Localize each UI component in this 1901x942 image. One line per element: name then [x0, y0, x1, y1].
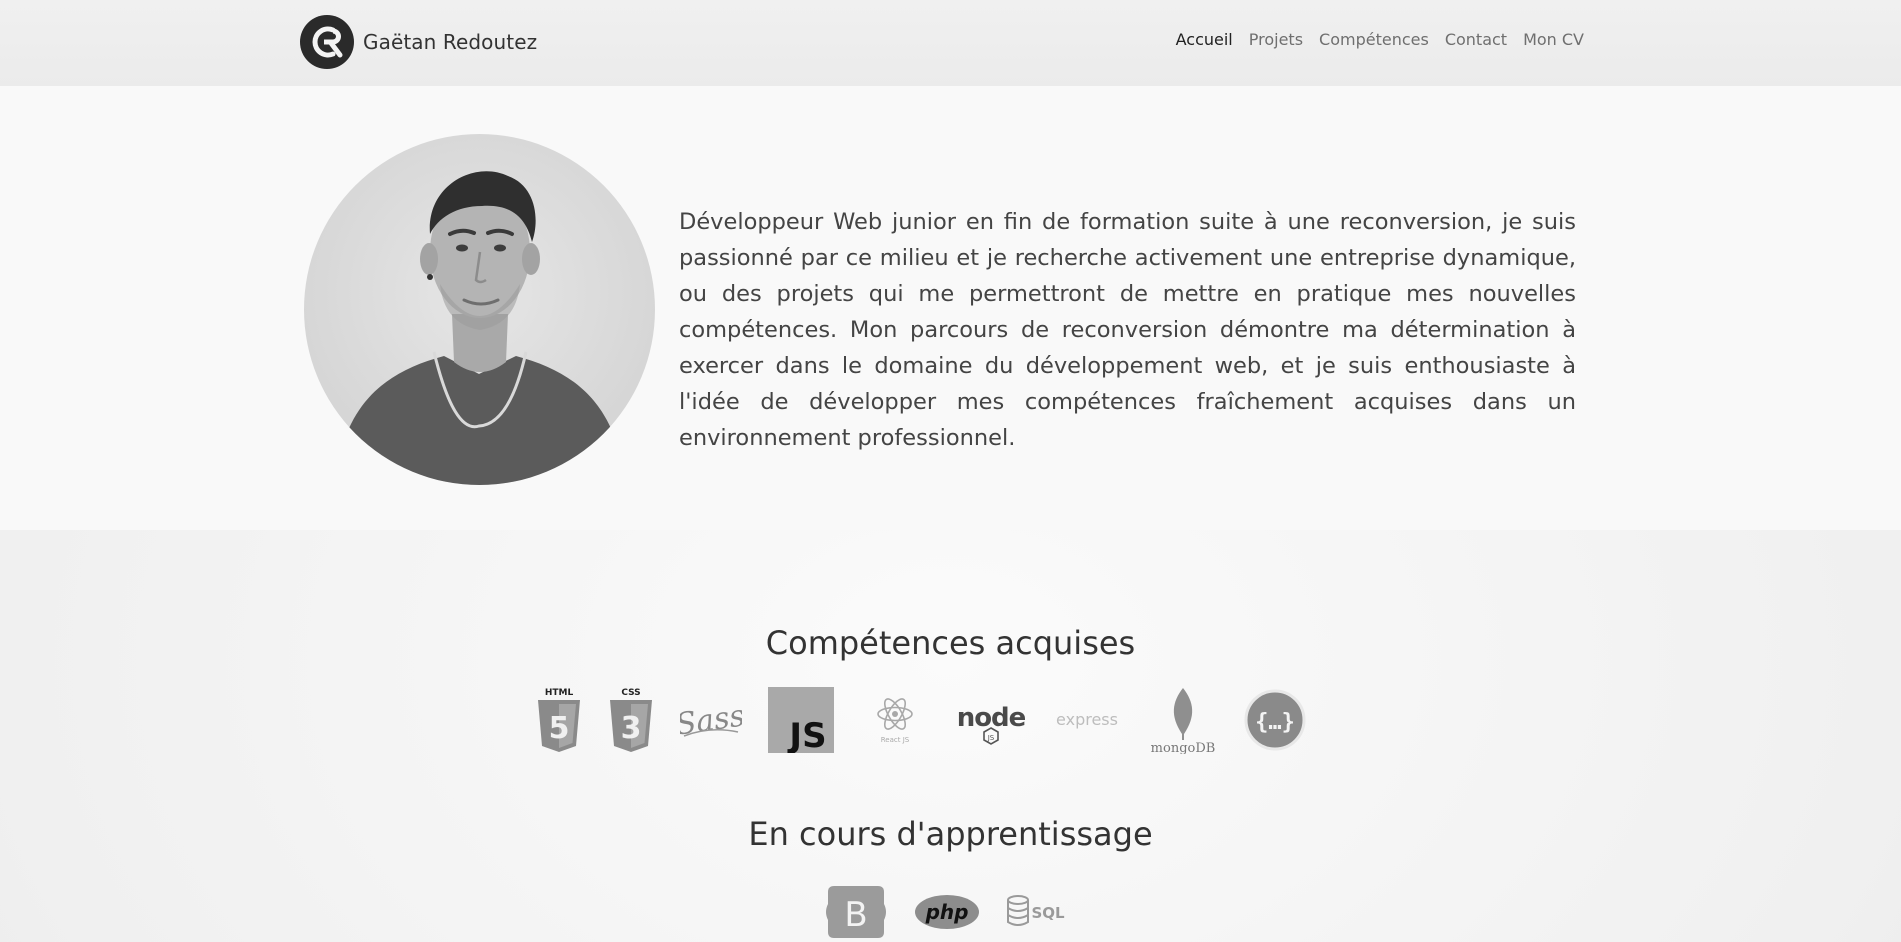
skills-acquired-title: Compétences acquises — [765, 624, 1136, 662]
svg-text:php: php — [925, 900, 969, 924]
nav-item-projets[interactable]: Projets — [1249, 30, 1303, 49]
svg-text:JS: JS — [987, 734, 995, 742]
skills-acquired-list: HTML 5 CSS 3 Sass JS React JS node JS ex… — [536, 686, 1306, 754]
brand-name: Gaëtan Redoutez — [363, 30, 538, 54]
mongodb-icon: mongoDB — [1148, 686, 1218, 754]
react-icon: React JS — [860, 686, 930, 754]
main-nav: Accueil Projets Compétences Contact Mon … — [1176, 30, 1584, 49]
nav-item-competences[interactable]: Compétences — [1319, 30, 1429, 49]
svg-text:express: express — [1056, 710, 1118, 729]
svg-text:SQL: SQL — [1031, 904, 1065, 922]
bio-text: Développeur Web junior en fin de formati… — [679, 209, 1576, 451]
swagger-icon: {…} — [1244, 689, 1306, 751]
svg-text:5: 5 — [549, 711, 570, 746]
profile-photo — [304, 134, 655, 485]
css3-icon: CSS 3 — [608, 686, 654, 754]
hero-section: Développeur Web junior en fin de formati… — [0, 86, 1901, 530]
svg-text:HTML: HTML — [545, 688, 574, 698]
site-header: Gaëtan Redoutez Accueil Projets Compéten… — [0, 0, 1901, 86]
php-icon: php — [914, 892, 980, 932]
svg-text:Sass: Sass — [680, 698, 742, 742]
html5-icon: HTML 5 — [536, 686, 582, 754]
bootstrap-icon: B — [824, 884, 888, 940]
svg-text:{…}: {…} — [1255, 710, 1295, 735]
skills-learning-list: B php SQL — [824, 882, 1066, 942]
nav-item-mon-cv[interactable]: Mon CV — [1523, 30, 1584, 49]
svg-text:JS: JS — [787, 716, 826, 753]
javascript-icon: JS — [768, 687, 834, 753]
svg-text:mongoDB: mongoDB — [1151, 741, 1216, 754]
skills-learning-title: En cours d'apprentissage — [748, 815, 1153, 853]
nav-item-accueil[interactable]: Accueil — [1176, 30, 1233, 49]
gr-monogram-logo-icon — [300, 15, 354, 69]
nodejs-icon: node JS — [956, 686, 1026, 754]
nav-item-contact[interactable]: Contact — [1445, 30, 1507, 49]
sql-icon: SQL — [1006, 892, 1066, 932]
svg-text:React JS: React JS — [881, 736, 910, 744]
svg-text:CSS: CSS — [621, 688, 640, 698]
sass-icon: Sass — [680, 686, 742, 754]
svg-text:B: B — [844, 895, 867, 935]
express-icon: express — [1052, 686, 1122, 754]
brand-link[interactable]: Gaëtan Redoutez — [300, 15, 537, 69]
svg-text:3: 3 — [621, 711, 642, 746]
